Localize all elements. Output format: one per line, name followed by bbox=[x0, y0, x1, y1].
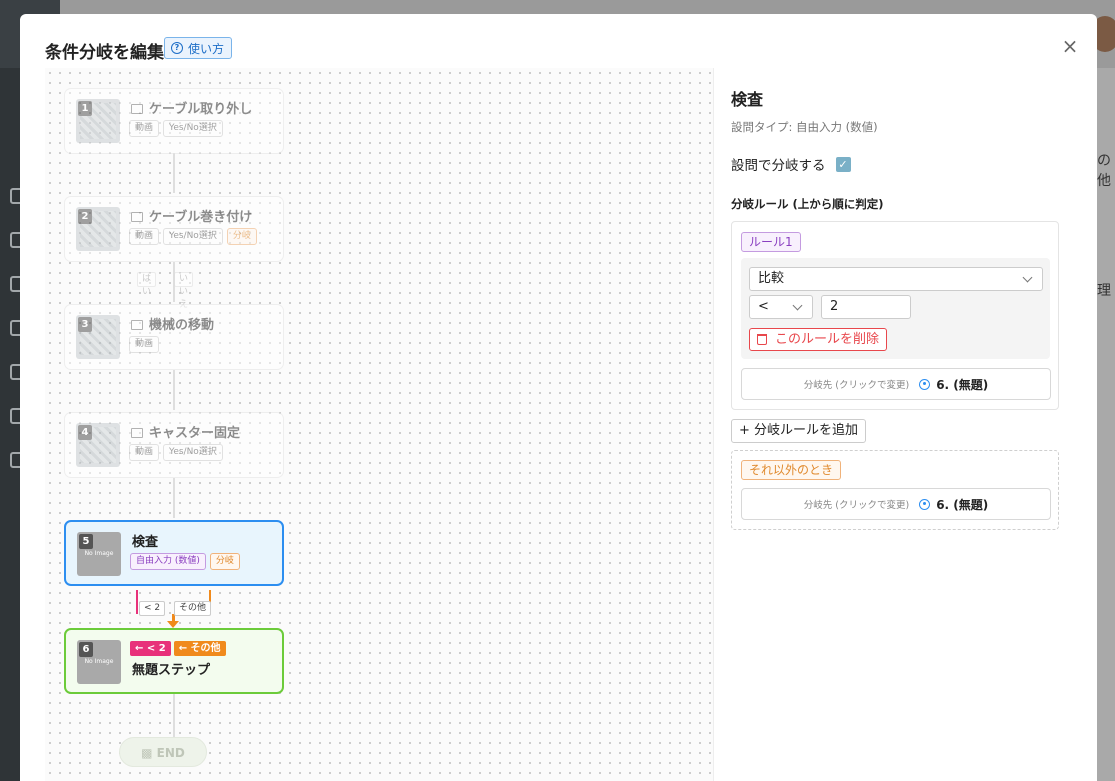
destination-hint: 分岐先 (クリックで変更) bbox=[803, 380, 910, 391]
else-label: それ以外のとき bbox=[741, 460, 842, 480]
trash-icon bbox=[757, 334, 767, 345]
file-icon bbox=[131, 212, 143, 222]
step-number: 1 bbox=[78, 101, 92, 116]
step-number: 6 bbox=[79, 642, 93, 657]
branch-line-pink bbox=[136, 590, 138, 614]
bg-text: の他 bbox=[1097, 153, 1111, 189]
operator-value: < bbox=[758, 299, 769, 314]
compare-mode-select[interactable]: 比較 bbox=[749, 267, 1043, 291]
modal-header: 条件分岐を編集 ? 使い方 × bbox=[20, 14, 1097, 68]
value-input[interactable]: 2 bbox=[821, 295, 911, 319]
help-button[interactable]: ? 使い方 bbox=[164, 37, 233, 59]
bg-text: 理 bbox=[1097, 283, 1111, 299]
incoming-badges: ← < 2 ← その他 bbox=[130, 640, 229, 656]
panel-title: 検査 bbox=[731, 90, 764, 109]
flow-step-5[interactable]: No Image 5 検査 自由入力 (数値) 分岐 bbox=[64, 520, 284, 586]
step-title: 機械の移動 bbox=[131, 314, 214, 333]
step-title: ケーブル巻き付け bbox=[131, 206, 252, 225]
flow-step-1[interactable]: 1 ケーブル取り外し 動画 Yes/No選択 bbox=[64, 88, 284, 154]
branch-label-else: その他 bbox=[174, 601, 212, 616]
step-title-text: キャスター固定 bbox=[149, 426, 241, 441]
step-number: 3 bbox=[78, 317, 92, 332]
branch-by-question-toggle[interactable]: 設問で分岐する ✓ bbox=[731, 154, 851, 174]
step-tag: Yes/No選択 bbox=[163, 228, 223, 245]
flag-icon: ▩ bbox=[141, 746, 157, 760]
arrow-down-icon bbox=[167, 621, 179, 628]
step-tag-branch: 分岐 bbox=[226, 228, 257, 245]
connector-line bbox=[173, 478, 175, 518]
flow-step-3[interactable]: 3 機械の移動 動画 bbox=[64, 304, 284, 370]
destination-value: 6. (無題) bbox=[936, 497, 989, 512]
end-label: END bbox=[156, 746, 185, 760]
rule-body: 比較 < 2 このルールを削除 bbox=[741, 258, 1050, 359]
step-title: キャスター固定 bbox=[131, 422, 240, 441]
background-content: の他 理 bbox=[1097, 68, 1115, 781]
flow-step-4[interactable]: 4 キャスター固定 動画 Yes/No選択 bbox=[64, 412, 284, 478]
help-label: 使い方 bbox=[188, 41, 225, 56]
step-title: ケーブル取り外し bbox=[131, 98, 252, 117]
flow-step-6[interactable]: No Image 6 ← < 2 ← その他 無題ステップ bbox=[64, 628, 284, 694]
modal-title: 条件分岐を編集 bbox=[45, 43, 164, 63]
file-icon bbox=[131, 320, 143, 330]
branch-settings-panel: 検査 設問タイプ: 自由入力 (数値) 設問で分岐する ✓ 分岐ルール (上から… bbox=[713, 68, 1097, 781]
question-type: 設問タイプ: 自由入力 (数値) bbox=[731, 120, 878, 134]
step-tag: 動画 bbox=[129, 336, 160, 353]
file-icon bbox=[131, 104, 143, 114]
else-destination-button[interactable]: 分岐先 (クリックで変更) 6. (無題) bbox=[741, 488, 1051, 520]
else-card: それ以外のとき 分岐先 (クリックで変更) 6. (無題) bbox=[731, 450, 1059, 530]
step-title-text: ケーブル巻き付け bbox=[149, 210, 253, 225]
branch-label-yes: はい bbox=[137, 272, 157, 297]
add-rule-button[interactable]: + 分岐ルールを追加 bbox=[731, 419, 867, 443]
step-tag-branch: 分岐 bbox=[209, 553, 240, 570]
step-title: 無題ステップ bbox=[132, 663, 211, 678]
rule-label: ルール1 bbox=[741, 232, 801, 252]
step-tag: 動画 bbox=[129, 228, 160, 245]
compare-mode-value: 比較 bbox=[758, 271, 785, 286]
step-title: 検査 bbox=[132, 535, 159, 550]
checkbox-checked-icon[interactable]: ✓ bbox=[835, 156, 851, 172]
step-title-text: ケーブル取り外し bbox=[149, 102, 253, 117]
step-tag: Yes/No選択 bbox=[163, 444, 223, 461]
question-icon: ? bbox=[171, 42, 183, 54]
step-tag: 動画 bbox=[129, 120, 160, 137]
operator-select[interactable]: < bbox=[749, 295, 813, 319]
edit-branch-modal: 条件分岐を編集 ? 使い方 × 1 ケーブル取り外し 動画 Yes/No選択 2 bbox=[20, 14, 1097, 781]
step-title-text: 機械の移動 bbox=[149, 318, 215, 333]
incoming-badge-else: ← その他 bbox=[173, 641, 226, 656]
connector-line bbox=[173, 370, 175, 410]
branch-by-question-label: 設問で分岐する bbox=[731, 158, 826, 174]
step-tag-input-type: 自由入力 (数値) bbox=[130, 553, 206, 570]
target-icon bbox=[919, 498, 931, 510]
flow-canvas[interactable]: 1 ケーブル取り外し 動画 Yes/No選択 2 ケーブル巻き付け 動画 Yes… bbox=[45, 68, 713, 781]
chevron-down-icon bbox=[792, 300, 803, 311]
step-number: 4 bbox=[78, 425, 92, 440]
close-button[interactable]: × bbox=[1060, 36, 1080, 57]
end-node: ▩ END bbox=[119, 737, 207, 767]
connector-line bbox=[173, 694, 175, 738]
connector-line bbox=[173, 153, 175, 193]
flow-step-2[interactable]: 2 ケーブル巻き付け 動画 Yes/No選択 分岐 bbox=[64, 196, 284, 262]
destination-value: 6. (無題) bbox=[936, 377, 989, 392]
rules-heading: 分岐ルール (上から順に判定) bbox=[731, 197, 884, 211]
branch-label-no: いいえ bbox=[174, 272, 194, 310]
step-number: 2 bbox=[78, 209, 92, 224]
rule-destination-button[interactable]: 分岐先 (クリックで変更) 6. (無題) bbox=[741, 368, 1051, 400]
incoming-badge-rule: ← < 2 bbox=[130, 641, 171, 656]
delete-rule-button[interactable]: このルールを削除 bbox=[749, 328, 888, 351]
step-tag: Yes/No選択 bbox=[163, 120, 223, 137]
delete-rule-label: このルールを削除 bbox=[775, 332, 880, 347]
branch-label-rule: < 2 bbox=[139, 601, 166, 616]
step-tag: 動画 bbox=[129, 444, 160, 461]
destination-hint: 分岐先 (クリックで変更) bbox=[803, 500, 910, 511]
target-icon bbox=[919, 378, 931, 390]
rule-card: ルール1 比較 < 2 このルールを削除 分岐先 (クリックで変更) 6. (無… bbox=[731, 221, 1059, 410]
chevron-down-icon bbox=[1022, 272, 1033, 283]
step-number: 5 bbox=[79, 534, 93, 549]
file-icon bbox=[131, 428, 143, 438]
